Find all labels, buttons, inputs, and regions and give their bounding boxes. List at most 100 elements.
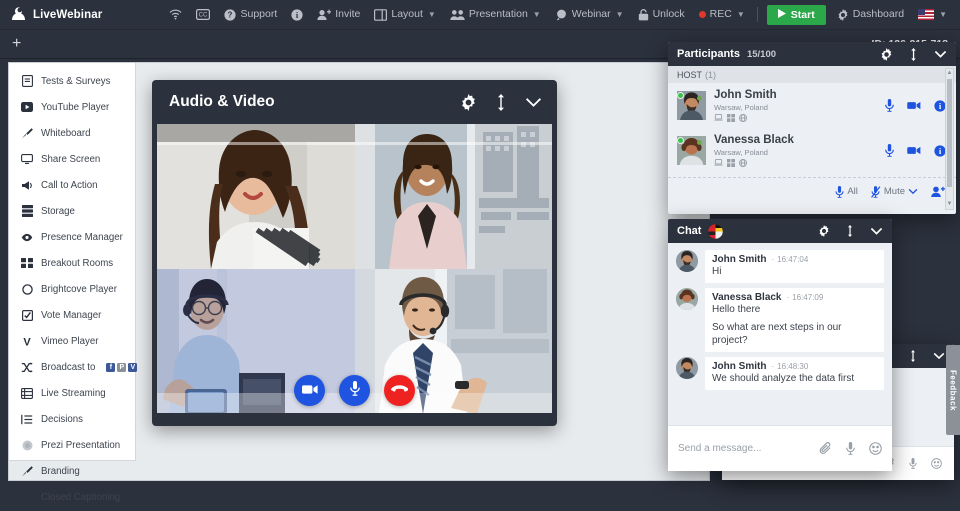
layout-menu-button[interactable]: Layout ▼: [367, 0, 442, 30]
microphone-icon[interactable]: [846, 442, 855, 455]
chevron-down-icon[interactable]: [933, 352, 945, 360]
resize-icon[interactable]: [847, 225, 853, 237]
sidebar-item-brightcove-player[interactable]: Brightcove Player: [9, 276, 135, 302]
sidebar-item-decisions[interactable]: Decisions: [9, 406, 135, 432]
sidebar-item-call-to-action[interactable]: Call to Action: [9, 172, 135, 198]
support-button[interactable]: ? Support: [217, 0, 284, 30]
microphone-icon: [835, 185, 844, 198]
participants-count: 15/100: [746, 48, 777, 60]
feedback-tab[interactable]: Feedback: [946, 345, 960, 435]
stage-area: Tests & Surveys YouTube Player Whiteboar…: [8, 62, 710, 503]
windows-icon: [727, 159, 735, 167]
audio-video-window-title: Audio & Video: [169, 93, 275, 110]
camera-icon[interactable]: [907, 146, 921, 155]
scrollbar-thumb[interactable]: [947, 79, 952, 187]
add-tab-button[interactable]: +: [0, 36, 33, 52]
sidebar-item-vote-manager[interactable]: Vote Manager: [9, 302, 135, 328]
mute-all-button[interactable]: Mute: [870, 185, 918, 198]
microphone-icon[interactable]: [909, 458, 917, 469]
chat-message-input-row[interactable]: Send a message...: [668, 425, 892, 471]
gear-icon: [837, 8, 849, 21]
camera-toggle-button[interactable]: [294, 375, 325, 406]
sidebar-item-whiteboard[interactable]: Whiteboard: [9, 120, 135, 146]
closed-caption-icon: CC: [196, 9, 211, 20]
gear-icon[interactable]: [460, 93, 477, 111]
microphone-icon: [349, 380, 360, 401]
checkbox-icon: [21, 309, 33, 321]
vimeo-badge-icon: V: [128, 362, 138, 372]
emoji-icon[interactable]: [931, 458, 942, 469]
emoji-icon[interactable]: [869, 442, 882, 455]
video-tile-1[interactable]: [157, 124, 355, 269]
brand-logo-area[interactable]: LiveWebinar: [0, 6, 102, 23]
start-button[interactable]: Start: [766, 4, 826, 25]
hangup-button[interactable]: [384, 375, 415, 406]
attachment-icon[interactable]: [819, 442, 832, 455]
sidebar-item-label: Share Screen: [41, 153, 101, 165]
resize-icon[interactable]: [910, 47, 917, 61]
record-button[interactable]: REC ▼: [692, 0, 752, 30]
scroll-up-arrow-icon[interactable]: ▲: [946, 69, 953, 78]
chat-author: John Smith: [712, 254, 767, 265]
sidebar-item-storage[interactable]: Storage: [9, 198, 135, 224]
microphone-icon[interactable]: [885, 99, 894, 112]
sidebar-item-live-streaming[interactable]: Live Streaming: [9, 380, 135, 406]
language-flags-icon[interactable]: [708, 223, 724, 239]
top-navbar-actions: CC ? Support i Invite Layout ▼ Presentat…: [162, 0, 960, 30]
table-row[interactable]: John Smith Warsaw, Poland i: [668, 83, 956, 128]
sidebar-item-closed-captioning[interactable]: CC Closed Captioning: [9, 484, 135, 510]
chat-text: Hi: [712, 266, 722, 277]
start-label: Start: [790, 8, 815, 21]
sidebar-item-branding[interactable]: Branding: [9, 458, 135, 484]
chevron-down-icon[interactable]: [870, 227, 883, 236]
participants-panel: Participants 15/100 HOST (1) John Smith …: [668, 42, 956, 214]
sidebar-item-youtube-player[interactable]: YouTube Player: [9, 94, 135, 120]
resize-icon[interactable]: [497, 93, 505, 111]
table-row[interactable]: Vanessa Black Warsaw, Poland i: [668, 128, 956, 173]
gear-icon[interactable]: [880, 47, 893, 61]
list-item: Vanessa Black · 16:47:09 Hello there So w…: [676, 288, 884, 352]
chevron-down-icon[interactable]: [525, 97, 542, 108]
participants-footer: All Mute: [668, 177, 956, 205]
video-tile-2[interactable]: [354, 124, 552, 269]
closed-caption-button[interactable]: CC: [189, 0, 217, 30]
dashboard-button[interactable]: Dashboard: [830, 0, 911, 30]
webinar-menu-button[interactable]: Webinar ▼: [548, 0, 631, 30]
chevron-down-icon[interactable]: [934, 50, 947, 59]
shuffle-icon: [21, 361, 33, 373]
participants-group-label: HOST: [677, 69, 703, 80]
unlock-button[interactable]: Unlock: [631, 0, 692, 30]
sidebar-item-vimeo-player[interactable]: V Vimeo Player: [9, 328, 135, 354]
camera-icon[interactable]: [907, 101, 921, 110]
add-user-icon: [317, 9, 332, 21]
info-icon: i: [291, 8, 303, 21]
info-button[interactable]: i: [284, 0, 310, 30]
sidebar-item-label: Vote Manager: [41, 309, 102, 321]
participant-info: Vanessa Black Warsaw, Poland: [714, 134, 877, 167]
play-icon: [777, 8, 786, 21]
add-participant-button[interactable]: [931, 186, 945, 198]
sidebar-item-share-screen[interactable]: Share Screen: [9, 146, 135, 172]
unmute-all-button[interactable]: All: [835, 185, 858, 198]
participant-actions: i: [885, 144, 946, 157]
gear-icon[interactable]: [818, 225, 830, 237]
chat-bubble: Vanessa Black · 16:47:09 Hello there So w…: [705, 288, 884, 352]
chat-message-placeholder: Send a message...: [678, 443, 762, 454]
participant-devices: [714, 114, 877, 122]
wifi-status-button[interactable]: [162, 0, 189, 30]
sidebar-item-tests-surveys[interactable]: Tests & Surveys: [9, 68, 135, 94]
microphone-toggle-button[interactable]: [339, 375, 370, 406]
participant-name: John Smith: [714, 89, 777, 101]
invite-button[interactable]: Invite: [310, 0, 367, 30]
sidebar-item-prezi-presentation[interactable]: Prezi Presentation: [9, 432, 135, 458]
participants-scrollbar[interactable]: ▲ ▼: [945, 68, 954, 210]
language-selector[interactable]: ▼: [911, 0, 954, 30]
sidebar-item-broadcast-to[interactable]: Broadcast to f P V: [9, 354, 138, 380]
presentation-menu-button[interactable]: Presentation ▼: [443, 0, 548, 30]
resize-icon[interactable]: [910, 350, 916, 362]
sidebar-item-breakout-rooms[interactable]: Breakout Rooms: [9, 250, 135, 276]
scroll-down-arrow-icon[interactable]: ▼: [946, 200, 953, 209]
microphone-icon[interactable]: [885, 144, 894, 157]
avatar: [677, 91, 706, 120]
sidebar-item-presence-manager[interactable]: Presence Manager: [9, 224, 135, 250]
